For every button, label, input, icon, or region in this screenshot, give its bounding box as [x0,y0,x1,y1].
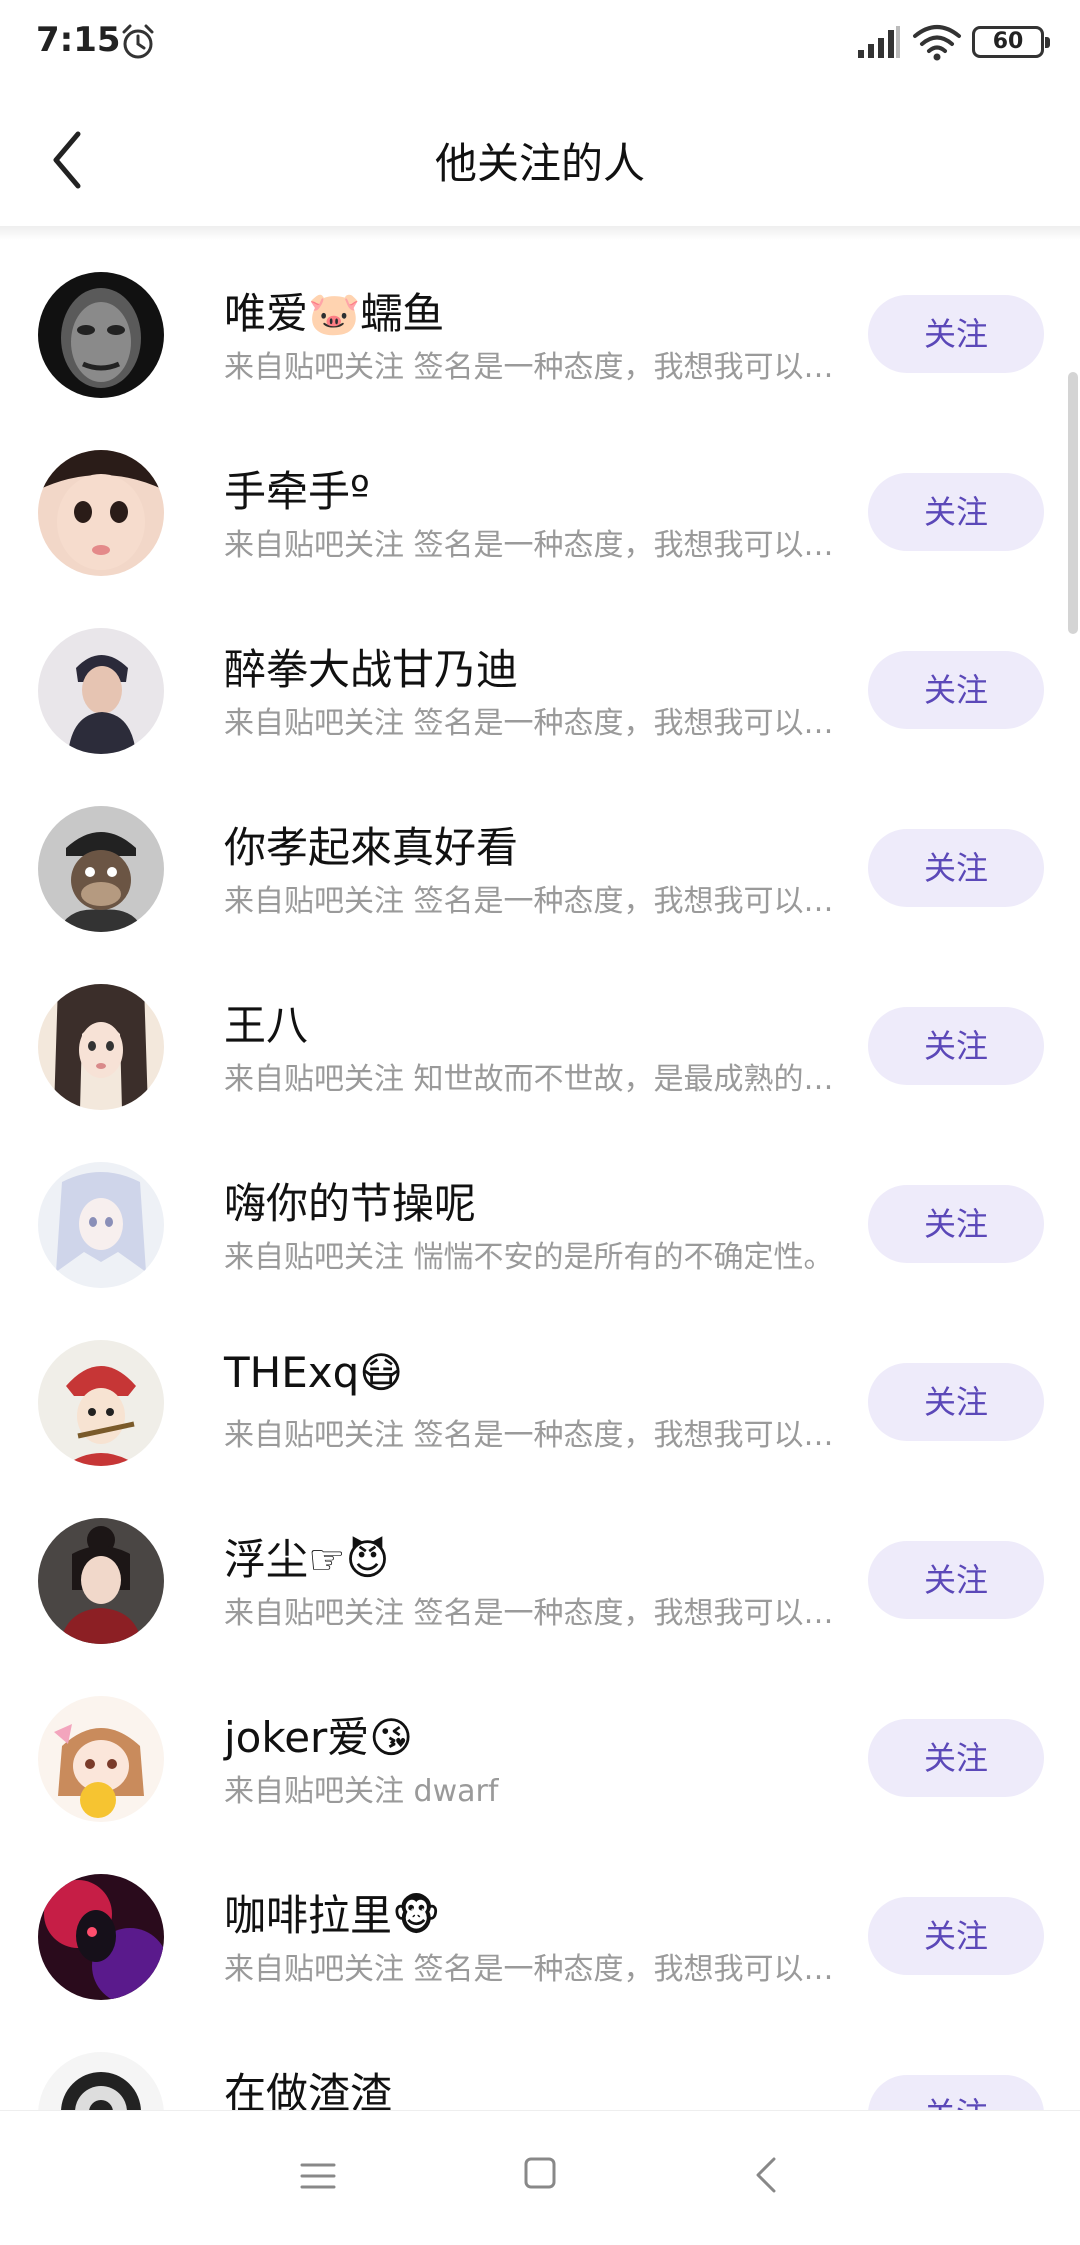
back-icon[interactable] [752,2155,780,2195]
list-item[interactable]: joker爱😘 来自贴吧关注 dwarf 关注 [0,1664,1080,1842]
avatar[interactable] [38,1696,164,1822]
signal-icon [858,26,900,58]
user-description: 来自贴吧关注 签名是一种态度，我想我可以… [224,1952,834,1987]
user-description: 来自贴吧关注 签名是一种态度，我想我可以… [224,706,834,741]
avatar[interactable] [38,806,164,932]
clock: 7:15 [36,20,121,60]
user-name[interactable]: THExq😷 [224,1348,403,1397]
menu-icon[interactable] [300,2161,336,2191]
avatar[interactable] [38,2052,164,2110]
avatar[interactable] [38,1162,164,1288]
list-item[interactable]: 唯爱🐷蠕鱼 来自贴吧关注 签名是一种态度，我想我可以… 关注 [0,240,1080,418]
follow-button[interactable]: 关注 [868,295,1044,373]
user-name[interactable]: 嗨你的节操呢 [224,1170,476,1231]
follow-button[interactable]: 关注 [868,1007,1044,1085]
alarm-icon [122,24,154,59]
follow-button[interactable]: 关注 [868,1541,1044,1619]
list-item[interactable]: 你孝起來真好看 来自贴吧关注 签名是一种态度，我想我可以… 关注 [0,774,1080,952]
user-description: 来自贴吧关注 dwarf [224,1774,499,1809]
follow-button[interactable]: 关注 [868,829,1044,907]
user-description: 来自贴吧关注 知世故而不世故，是最成熟的… [224,1062,834,1097]
list-item[interactable]: 手牵手º 来自贴吧关注 签名是一种态度，我想我可以… 关注 [0,418,1080,596]
user-description: 来自贴吧关注 签名是一种态度，我想我可以… [224,350,834,385]
follow-button[interactable]: 关注 [868,1897,1044,1975]
list-item[interactable]: 咖啡拉里🐵 来自贴吧关注 签名是一种态度，我想我可以… 关注 [0,1842,1080,2020]
user-name[interactable]: 唯爱🐷蠕鱼 [224,280,444,341]
user-name[interactable]: 你孝起來真好看 [224,814,518,875]
list-item[interactable]: 浮尘☞😈 来自贴吧关注 签名是一种态度，我想我可以… 关注 [0,1486,1080,1664]
header-divider [0,226,1080,240]
follow-button[interactable]: 关注 [868,1185,1044,1263]
battery-icon: 60 [972,26,1050,58]
follow-button[interactable]: 关注 [868,1363,1044,1441]
user-description: 来自贴吧关注 签名是一种态度，我想我可以… [224,528,834,563]
list-item[interactable]: 嗨你的节操呢 来自贴吧关注 惴惴不安的是所有的不确定性。 关注 [0,1130,1080,1308]
avatar[interactable] [38,1518,164,1644]
page-title: 他关注的人 [434,139,645,188]
follow-button[interactable]: 关注 [868,2075,1044,2110]
list-item[interactable]: 在做渣渣 关注 [0,2020,1080,2110]
list-item[interactable]: 醉拳大战甘乃迪 来自贴吧关注 签名是一种态度，我想我可以… 关注 [0,596,1080,774]
user-name[interactable]: 咖啡拉里🐵 [224,1882,441,1943]
scrollbar[interactable] [1068,372,1078,634]
status-bar: 7:15 60 [0,0,1080,84]
avatar[interactable] [38,1874,164,2000]
header: 他关注的人 [0,84,1080,226]
avatar[interactable] [38,1340,164,1466]
follow-button[interactable]: 关注 [868,1719,1044,1797]
user-name[interactable]: joker爱😘 [224,1704,413,1765]
user-description: 来自贴吧关注 签名是一种态度，我想我可以… [224,884,834,919]
user-name[interactable]: 手牵手º [224,458,370,519]
follow-button[interactable]: 关注 [868,473,1044,551]
system-nav-bar [0,2110,1080,2245]
wifi-icon [913,25,961,61]
user-description: 来自贴吧关注 签名是一种态度，我想我可以… [224,1418,834,1453]
user-name[interactable]: 在做渣渣 [224,2060,392,2110]
user-description: 来自贴吧关注 惴惴不安的是所有的不确定性。 [224,1240,834,1275]
avatar[interactable] [38,272,164,398]
list-item[interactable]: 王八 来自贴吧关注 知世故而不世故，是最成熟的… 关注 [0,952,1080,1130]
user-name[interactable]: 醉拳大战甘乃迪 [224,636,518,697]
following-list[interactable]: 唯爱🐷蠕鱼 来自贴吧关注 签名是一种态度，我想我可以… 关注 手牵手º 来自贴吧… [0,240,1080,2110]
avatar[interactable] [38,450,164,576]
follow-button[interactable]: 关注 [868,651,1044,729]
list-item[interactable]: THExq😷 来自贴吧关注 签名是一种态度，我想我可以… 关注 [0,1308,1080,1486]
user-name[interactable]: 浮尘☞😈 [224,1526,389,1587]
avatar[interactable] [38,984,164,1110]
user-description: 来自贴吧关注 签名是一种态度，我想我可以… [224,1596,834,1631]
home-icon[interactable] [524,2157,556,2189]
user-name[interactable]: 王八 [224,992,308,1053]
avatar[interactable] [38,628,164,754]
